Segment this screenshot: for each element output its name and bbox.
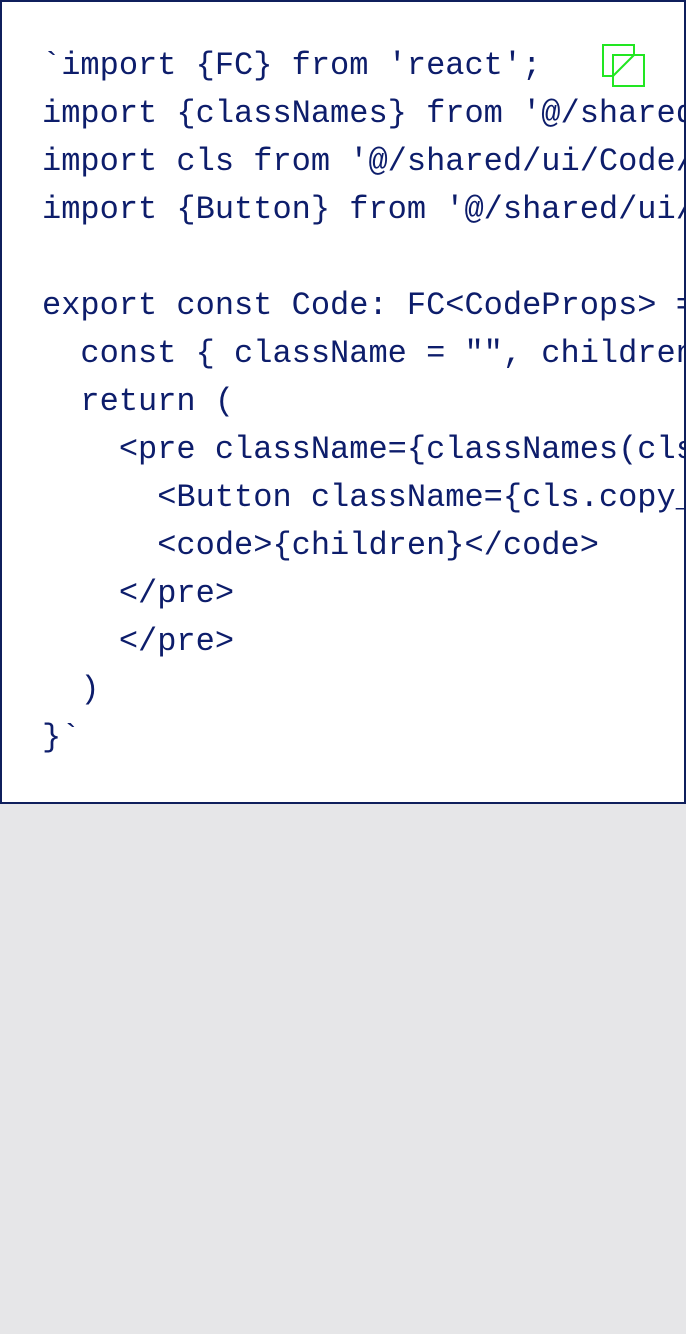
code-line: ) xyxy=(42,671,100,708)
code-line: `import {FC} from 'react'; xyxy=(42,47,542,84)
code-line: return ( xyxy=(42,383,235,420)
code-line: import cls from '@/shared/ui/Code/Code.m… xyxy=(42,143,686,180)
copy-button[interactable] xyxy=(600,42,648,90)
code-line: const { className = "", children } = pro… xyxy=(80,335,686,372)
code-line: import {Button} from '@/shared/ui/Button… xyxy=(42,191,684,228)
code-line: export const Code: FC<CodeProps> = (prop… xyxy=(42,287,684,324)
copy-icon xyxy=(602,44,645,87)
code-line: }` xyxy=(42,719,81,756)
code-line: <pre className={classNames(cls.Code, {},… xyxy=(118,431,684,468)
code-line: <Button className={cls.copy_btn}> xyxy=(157,479,684,516)
code-panel: `import {FC} from 'react'; import {classN… xyxy=(0,0,686,804)
code-block: `import {FC} from 'react'; import {classN… xyxy=(42,42,686,762)
code-line: </pre> xyxy=(42,575,235,612)
code-line: <code>{children}</code> xyxy=(42,527,599,564)
code-line: import {classNames} from '@/shared/lib/c… xyxy=(42,95,686,132)
code-line: </pre> xyxy=(42,623,235,660)
